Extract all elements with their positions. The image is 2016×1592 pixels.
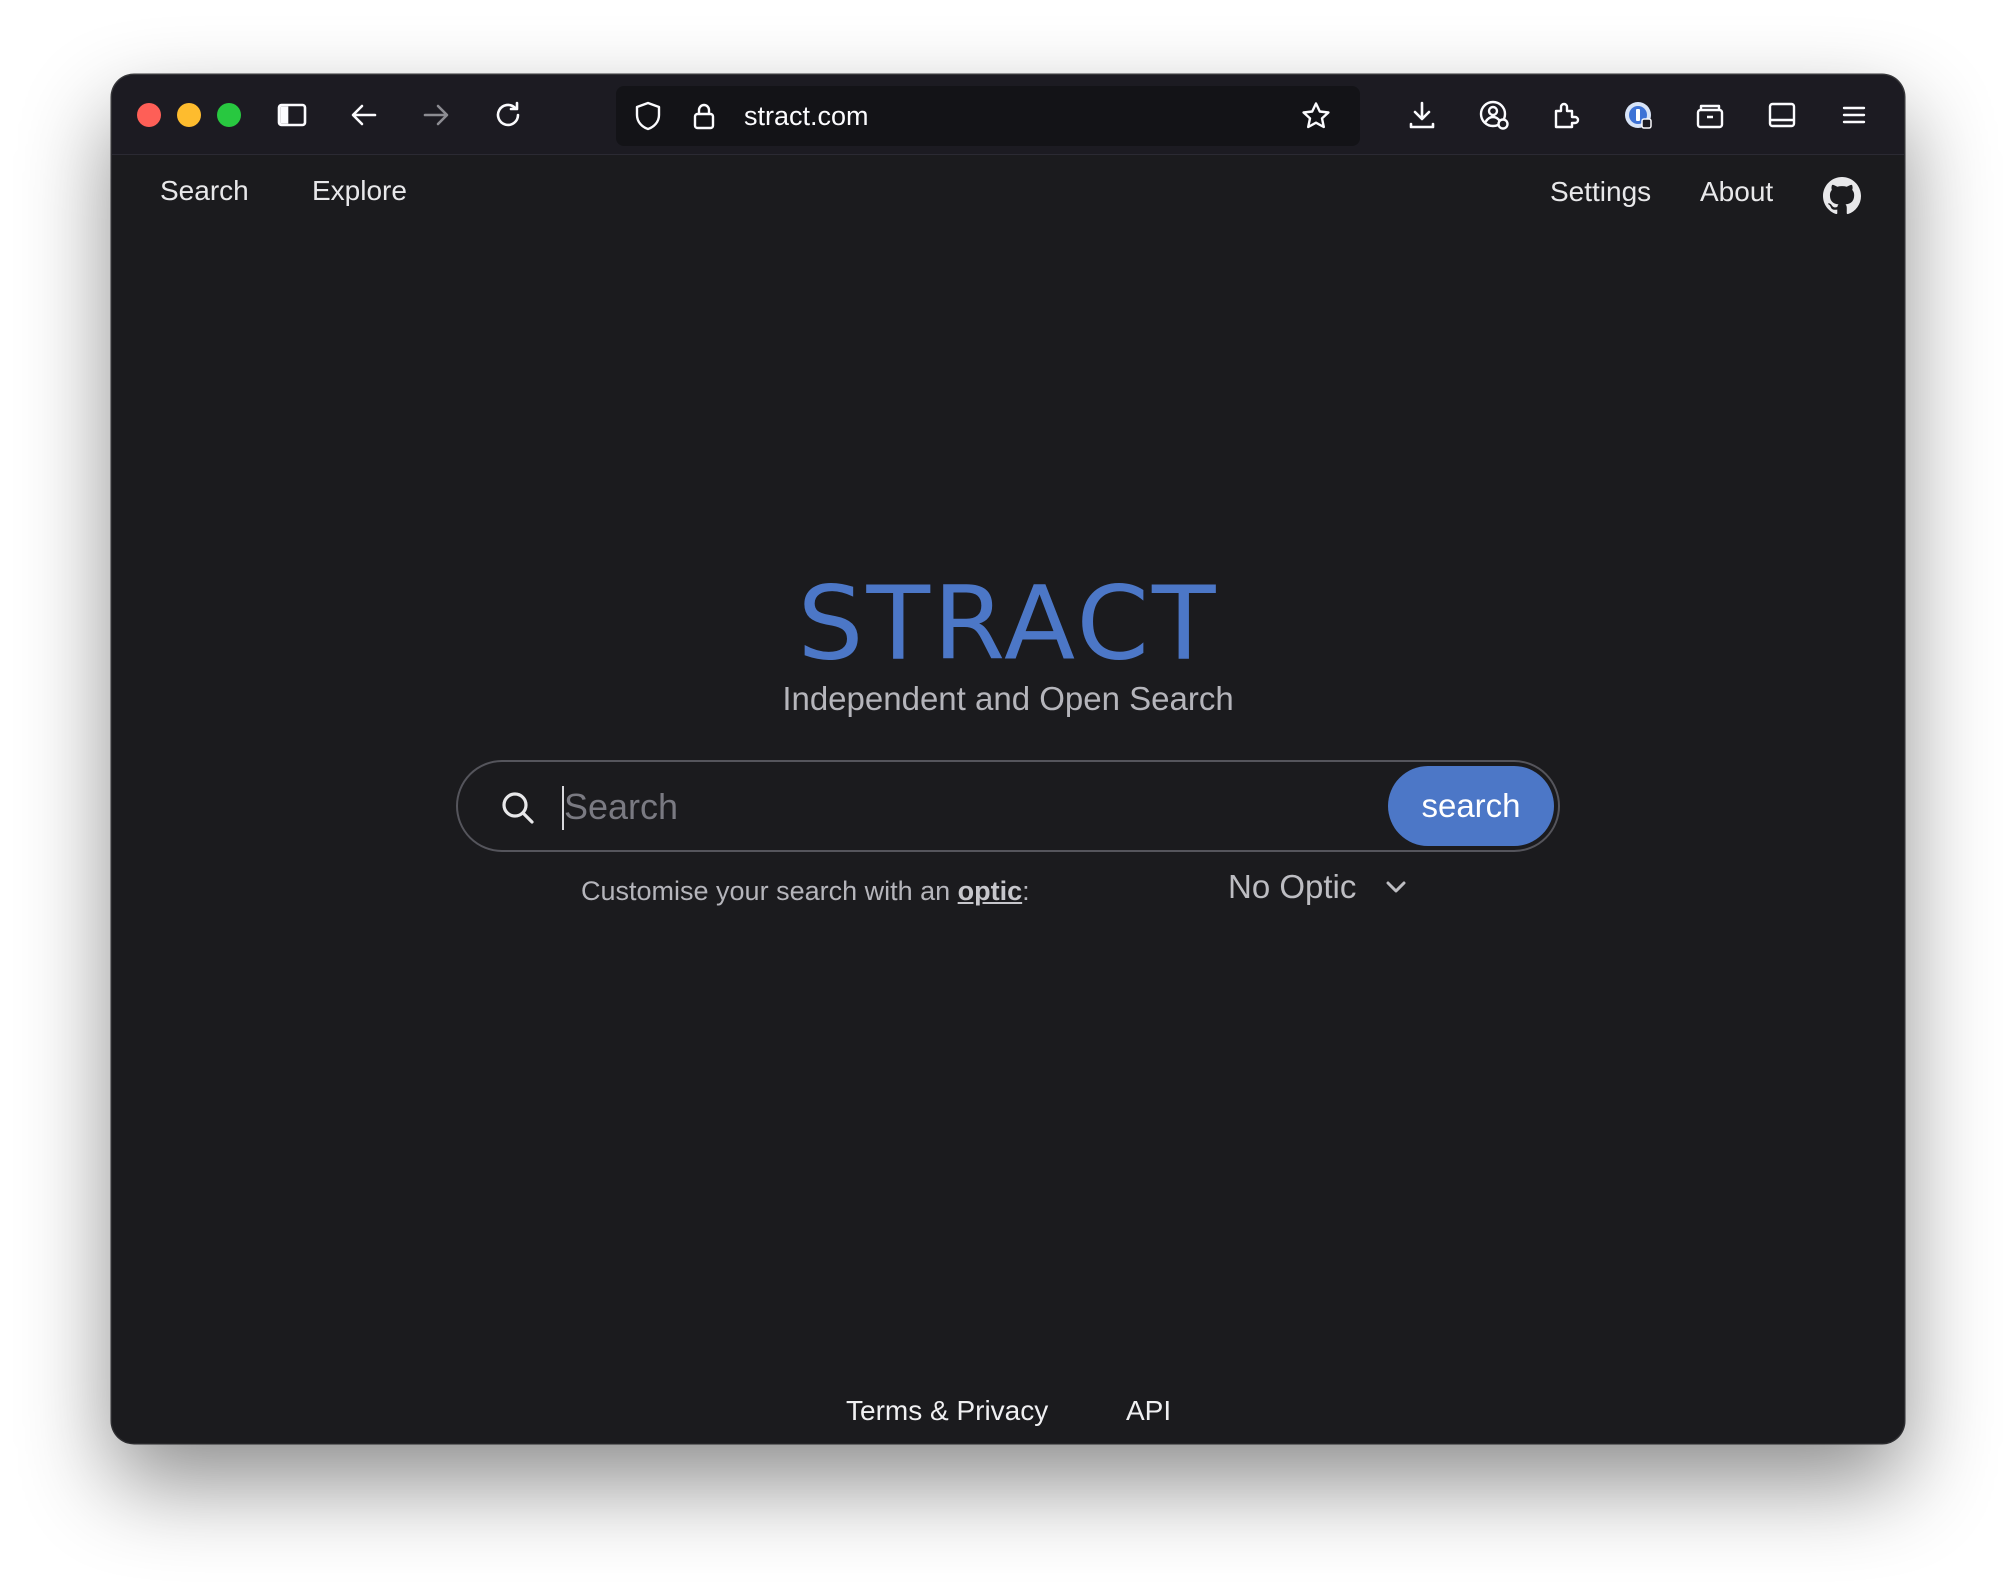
- optic-prompt-text: Customise your search with an: [581, 876, 958, 906]
- nav-search-link[interactable]: Search: [160, 172, 249, 210]
- chevron-down-icon: [1386, 881, 1406, 893]
- search-button[interactable]: search: [1388, 766, 1554, 846]
- nav-about-link[interactable]: About: [1700, 173, 1773, 211]
- address-bar[interactable]: stract.com: [616, 86, 1360, 146]
- tab-sidebar-icon[interactable]: [1762, 95, 1802, 135]
- maximize-window-button[interactable]: [217, 103, 241, 127]
- search-input[interactable]: [564, 778, 1384, 836]
- browser-window: stract.com Search Explore Settings About…: [112, 75, 1904, 1443]
- search-icon: [498, 788, 538, 828]
- forward-arrow-icon[interactable]: [416, 95, 456, 135]
- browser-toolbar: stract.com: [112, 75, 1904, 155]
- account-icon[interactable]: [1474, 95, 1514, 135]
- close-window-button[interactable]: [137, 103, 161, 127]
- brand-logo-text: STRACT: [797, 563, 1219, 683]
- terms-privacy-link[interactable]: Terms & Privacy: [846, 1393, 1048, 1429]
- password-manager-icon[interactable]: [1618, 95, 1658, 135]
- nav-settings-link[interactable]: Settings: [1550, 173, 1651, 211]
- optic-link[interactable]: optic: [958, 876, 1023, 906]
- url-text[interactable]: stract.com: [744, 86, 869, 146]
- page-content: Search Explore Settings About STRACT Ind…: [112, 156, 1904, 1443]
- minimize-window-button[interactable]: [177, 103, 201, 127]
- search-box: search: [456, 760, 1560, 852]
- bookmark-star-icon[interactable]: [1296, 96, 1336, 136]
- menu-hamburger-icon[interactable]: [1834, 95, 1874, 135]
- github-icon[interactable]: [1823, 177, 1861, 215]
- tagline: Independent and Open Search: [782, 680, 1234, 717]
- back-arrow-icon[interactable]: [344, 95, 384, 135]
- optic-selected-value: No Optic: [1228, 868, 1357, 905]
- nav-explore-link[interactable]: Explore: [312, 172, 407, 210]
- sidebar-toggle-icon[interactable]: [272, 95, 312, 135]
- extensions-icon[interactable]: [1546, 95, 1586, 135]
- lock-icon[interactable]: [684, 96, 724, 136]
- downloads-icon[interactable]: [1402, 95, 1442, 135]
- reload-icon[interactable]: [488, 95, 528, 135]
- tracking-shield-icon[interactable]: [628, 96, 668, 136]
- tab-manager-icon[interactable]: [1690, 95, 1730, 135]
- optic-select[interactable]: No Optic: [1228, 868, 1410, 906]
- optic-prompt: Customise your search with an optic:: [581, 873, 1030, 909]
- api-link[interactable]: API: [1126, 1393, 1171, 1429]
- optic-prompt-colon: :: [1022, 876, 1030, 906]
